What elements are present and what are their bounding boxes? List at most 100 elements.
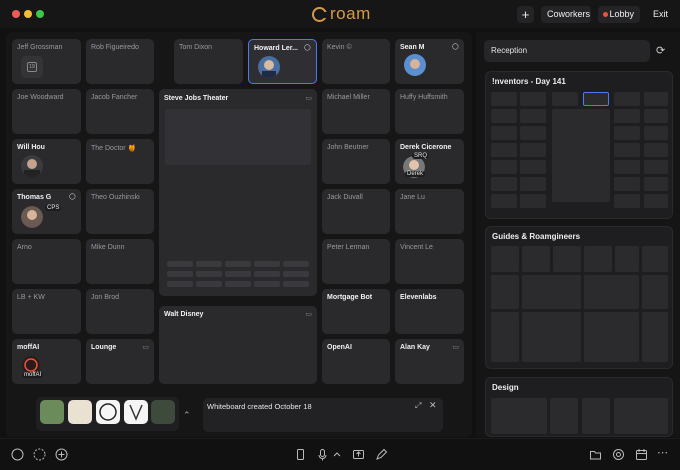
room-the-doctor[interactable]: The Doctor 🍯 [86,139,154,184]
logo-text: roam [330,4,371,23]
mini-room [491,109,517,123]
mini-room [644,143,668,157]
avatar[interactable] [21,155,43,177]
whiteboard-notification[interactable]: Whiteboard created October 18 ⤢ ✕ [203,398,443,432]
mini-room [642,246,668,272]
room-rob-figueiredo[interactable]: Rob Figueiredo [86,39,154,84]
room-will-hou[interactable]: Will Hou [12,139,81,184]
room-moffai[interactable]: moffAI moffAI [12,339,81,384]
folder-icon[interactable] [589,448,602,461]
shelf-item-whiteboard[interactable] [68,400,92,424]
room-tom-dixon[interactable]: Tom Dixon [174,39,243,84]
phone-icon[interactable] [294,448,307,461]
room-joe-woodward[interactable]: Joe Woodward [12,89,81,134]
calendar-icon[interactable] [635,448,648,461]
lobby-status-dot [603,12,608,17]
add-circle-icon[interactable] [55,448,68,461]
lobby-button[interactable]: Lobby [598,6,640,23]
room-sean-m[interactable]: Sean M 🌕 [395,39,464,84]
room-jane-lu[interactable]: Jane Lu [395,189,464,234]
room-label: Jon Brod [91,294,120,301]
microphone-icon[interactable] [316,448,329,461]
seat [225,281,251,287]
chevron-up-icon[interactable]: ⌃ [183,410,191,421]
shelf-item-logo[interactable] [96,400,120,424]
room-peter-lerman[interactable]: Peter Lerman [322,239,390,284]
room-vincent-le[interactable]: Vincent Le [395,239,464,284]
room-label: The Doctor 🍯 [91,145,137,152]
coworkers-button[interactable]: Coworkers [541,6,591,23]
room-john-beutner[interactable]: John Beutner [322,139,390,184]
seat [196,271,222,277]
room-huffy-huffsmith[interactable]: Huffy Huffsmith [395,89,464,134]
floor-card-guides-roamgineers[interactable]: Guides & Roamgineers [485,226,673,369]
wave-icon[interactable]: ⟳ [656,44,665,57]
room-michael-miller[interactable]: Michael Miller [322,89,390,134]
mini-room [584,312,639,362]
room-jacob-fancher[interactable]: Jacob Fancher [86,89,154,134]
room-label: Arno [17,244,32,251]
close-icon[interactable]: ✕ [429,400,437,411]
mini-room [491,160,517,174]
chevron-up-icon[interactable] [333,448,341,461]
mini-room [553,246,581,272]
share-screen-icon[interactable] [352,448,365,461]
room-lb-kw[interactable]: LB + KW [12,289,81,334]
room-walt-disney[interactable]: Walt Disney ▭ [159,306,317,384]
room-jeff-grossman[interactable]: Jeff Grossman 19 [12,39,81,84]
room-theo-ouzhinski[interactable]: Theo Ouzhinski [86,189,154,234]
avatar[interactable] [21,206,43,228]
avatar[interactable] [258,56,280,78]
seat [254,281,280,287]
add-button[interactable]: + [517,6,534,23]
shelf-item-photo[interactable] [40,400,64,424]
mini-room [644,177,668,191]
room-mike-dunn[interactable]: Mike Dunn [86,239,154,284]
more-icon[interactable]: ⋯ [657,446,668,459]
room-arno[interactable]: Arno [12,239,81,284]
close-window-button[interactable] [12,10,20,18]
reception-button[interactable]: Reception [484,40,650,62]
shelf-item-badge[interactable] [124,400,148,424]
mini-room-selected [583,92,609,106]
room-thomas-g[interactable]: Thomas G 🌕 CPS [12,189,81,234]
room-howard-lerman[interactable]: Howard Ler... 🌕 [248,39,317,84]
room-openai[interactable]: OpenAI [322,339,390,384]
mini-room [614,160,640,174]
mini-room [584,275,639,309]
floor-title: !nventors - Day 141 [492,77,566,86]
room-alan-kay[interactable]: Alan Kay ▭ [395,339,464,384]
maximize-window-button[interactable] [36,10,44,18]
room-label: Jeff Grossman [17,44,63,51]
avatar-tag: SRQ [412,153,430,159]
settings-icon[interactable] [612,448,625,461]
status-icon[interactable] [33,448,46,461]
room-lounge[interactable]: Lounge ▭ [86,339,154,384]
seat [254,271,280,277]
room-label: Jack Duvall [327,194,363,201]
room-jon-brod[interactable]: Jon Brod [86,289,154,334]
mini-room [615,246,639,272]
video-icon: ▭ [452,344,459,351]
room-elevenlabs[interactable]: Elevenlabs [395,289,464,334]
room-kevin[interactable]: Kevin © [322,39,390,84]
pen-icon[interactable] [375,448,388,461]
floor-card-design[interactable]: Design [485,377,673,437]
seat [225,271,251,277]
exit-button[interactable]: Exit [647,6,673,23]
room-mortgage-bot[interactable]: Mortgage Bot [322,289,390,334]
shelf-item-person[interactable] [151,400,175,424]
room-jack-duvall[interactable]: Jack Duvall [322,189,390,234]
mini-room [491,246,519,272]
expand-icon[interactable]: ⤢ [415,401,421,411]
minimize-window-button[interactable] [24,10,32,18]
room-label: Lounge [91,344,117,351]
avatar[interactable] [404,54,426,76]
room-label: LB + KW [17,294,45,301]
room-steve-jobs-theater[interactable]: Steve Jobs Theater ▭ [159,89,317,296]
room-label: Jacob Fancher [91,94,138,101]
room-derek-cicerone[interactable]: Derek Cicerone SRQ Derek [395,139,464,184]
floor-card-inventors[interactable]: !nventors - Day 141 [485,71,673,219]
emoji-badge: 🌕 [68,194,76,201]
emoji-icon[interactable] [11,448,24,461]
